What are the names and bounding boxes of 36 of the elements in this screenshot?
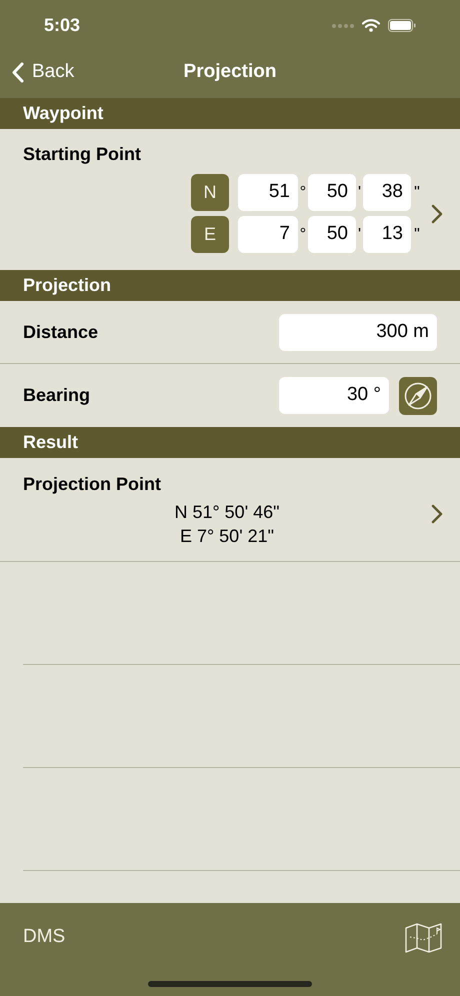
row-label: Projection Point [23,473,162,496]
back-chevron-icon[interactable] [12,62,24,83]
degrees-field[interactable]: 7 [238,216,298,253]
back-button[interactable]: Back [12,58,74,87]
unit-label: ° [298,224,308,244]
unit-label: " [413,182,421,202]
chevron-icon[interactable] [431,504,443,524]
row-label: Bearing [23,384,92,407]
row-label: Starting Point [23,143,142,166]
section-header: Result [0,427,460,458]
status-time: 5:03 [44,14,80,37]
chevron-icon[interactable] [431,204,443,224]
minutes-field[interactable]: 50 [308,216,356,253]
seconds-field[interactable]: 13 [363,216,411,253]
coordinate-text: N 51° 50' 46" [174,501,280,524]
nav-title: Projection [184,60,276,84]
format-button[interactable]: DMS [23,923,66,952]
coordinate-text: E 7° 50' 21" [180,525,274,548]
bearing-field[interactable]: 30 ° [279,377,389,414]
degrees-field[interactable]: 51 [238,174,298,211]
row-label: Distance [23,320,100,344]
hemisphere-button[interactable]: N [191,174,229,211]
unit-label: ' [356,224,362,244]
battery-icon [388,19,416,32]
hemisphere-button[interactable]: E [191,216,229,253]
distance-field[interactable]: 300 m [279,314,437,350]
section-header: Projection [0,270,460,301]
seconds-field[interactable]: 38 [363,174,411,211]
unit-label: " [413,224,421,244]
wifi-icon [362,19,380,32]
unit-label: ' [356,182,362,202]
map-button[interactable] [405,923,443,953]
minutes-field[interactable]: 50 [308,174,356,211]
signal-icon [332,22,354,28]
section-header: Waypoint [0,98,460,129]
unit-label: ° [298,182,308,202]
